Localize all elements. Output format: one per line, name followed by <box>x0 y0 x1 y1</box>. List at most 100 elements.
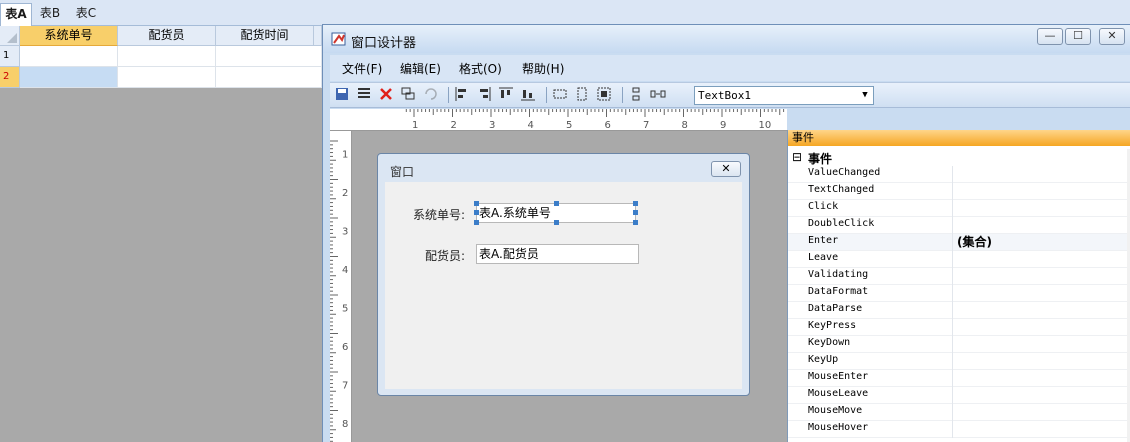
control-selector[interactable]: TextBox1 ▼ <box>694 86 874 105</box>
property-list-icon[interactable] <box>356 86 376 104</box>
form-close-button[interactable]: ✕ <box>711 161 741 177</box>
column-header-picker[interactable]: 配货员 <box>118 26 216 46</box>
close-button[interactable]: ✕ <box>1099 28 1125 45</box>
grid-cell[interactable] <box>216 46 322 67</box>
property-value[interactable] <box>952 302 1128 319</box>
property-value[interactable]: (集合) <box>952 234 1128 251</box>
property-value[interactable] <box>952 353 1128 370</box>
property-name: DataFormat <box>808 286 869 297</box>
grid-cell[interactable] <box>118 67 216 88</box>
property-panel: 事件 ⊟ 事件 ValueChanged TextChanged Click Doub… <box>787 130 1130 442</box>
grid-corner[interactable] <box>0 26 20 46</box>
ruler-v-label: 8 <box>342 419 348 430</box>
save-icon[interactable] <box>334 86 354 104</box>
property-name: MouseEnter <box>808 371 869 382</box>
sheet-tab-c[interactable]: 表C <box>70 3 102 26</box>
property-value[interactable] <box>952 370 1128 387</box>
delete-icon[interactable] <box>378 86 398 104</box>
chevron-down-icon[interactable]: ▼ <box>857 87 873 104</box>
property-value[interactable] <box>952 421 1128 438</box>
property-value[interactable] <box>952 183 1128 200</box>
row-header-2[interactable]: 2 <box>0 67 20 88</box>
property-row[interactable]: Validating <box>788 268 1128 285</box>
property-name: MouseHover <box>808 422 869 433</box>
property-name: MouseMove <box>808 405 863 416</box>
menu-file[interactable]: 文件(F) <box>342 60 382 77</box>
ruler-h-label: 2 <box>451 120 457 131</box>
form-client-area[interactable]: 系统单号: 表A.系统单号 配货员: 表A.配货员 <box>385 182 742 389</box>
grid-cell[interactable] <box>118 46 216 67</box>
property-row[interactable]: DataParse <box>788 302 1128 319</box>
grid-cell[interactable] <box>216 67 322 88</box>
label-picker[interactable]: 配货员: <box>375 247 465 264</box>
column-header-system-no[interactable]: 系统单号 <box>20 26 118 46</box>
property-row[interactable]: DoubleClick <box>788 217 1128 234</box>
design-canvas[interactable]: 窗口 ✕ 系统单号: 表A.系统单号 配货员: 表A.配货员 <box>352 131 787 442</box>
property-row[interactable]: MouseLeave <box>788 387 1128 404</box>
property-row[interactable]: MouseHover <box>788 421 1128 438</box>
same-height-icon[interactable] <box>574 86 594 104</box>
designed-form[interactable]: 窗口 ✕ 系统单号: 表A.系统单号 配货员: 表A.配货员 <box>377 153 750 396</box>
copy-icon[interactable] <box>400 86 420 104</box>
menu-help[interactable]: 帮助(H) <box>522 60 564 77</box>
property-row[interactable]: KeyDown <box>788 336 1128 353</box>
ruler-v-label: 6 <box>342 342 348 353</box>
ruler-h-label: 1 <box>412 120 418 131</box>
undo-icon[interactable] <box>422 86 442 104</box>
column-header-pick-time[interactable]: 配货时间 <box>216 26 314 46</box>
property-value[interactable] <box>952 319 1128 336</box>
horizontal-spacing-icon[interactable] <box>650 86 670 104</box>
property-row[interactable]: TextChanged <box>788 183 1128 200</box>
property-value[interactable] <box>952 268 1128 285</box>
menu-edit[interactable]: 编辑(E) <box>400 60 441 77</box>
same-size-icon[interactable] <box>596 86 616 104</box>
align-right-icon[interactable] <box>476 86 496 104</box>
collapse-icon[interactable]: ⊟ <box>792 150 802 164</box>
align-left-icon[interactable] <box>454 86 474 104</box>
textbox-picker[interactable]: 表A.配货员 <box>476 244 639 264</box>
row-header-1[interactable]: 1 <box>0 46 20 67</box>
property-value[interactable] <box>952 404 1128 421</box>
property-name: DataParse <box>808 303 863 314</box>
ruler-h-label: 9 <box>720 120 726 131</box>
sheet-tab-a[interactable]: 表A <box>0 3 32 26</box>
property-row[interactable]: MouseEnter <box>788 370 1128 387</box>
minimize-button[interactable]: — <box>1037 28 1063 45</box>
horizontal-ruler: 1234567891011 <box>330 109 787 131</box>
grid-cell-selected[interactable] <box>20 67 118 88</box>
ruler-v-label: 7 <box>342 381 348 392</box>
property-row[interactable]: DataFormat <box>788 285 1128 302</box>
property-value[interactable] <box>952 200 1128 217</box>
column-header-filler <box>314 26 322 46</box>
property-value[interactable] <box>952 387 1128 404</box>
property-value[interactable] <box>952 251 1128 268</box>
property-row[interactable]: KeyPress <box>788 319 1128 336</box>
property-value[interactable] <box>952 166 1128 183</box>
menu-format[interactable]: 格式(O) <box>459 60 502 77</box>
sheet-tab-b[interactable]: 表B <box>34 3 66 26</box>
vertical-spacing-icon[interactable] <box>628 86 648 104</box>
designer-titlebar[interactable]: 窗口设计器 — ☐ ✕ <box>323 25 1130 53</box>
align-top-icon[interactable] <box>498 86 518 104</box>
property-value[interactable] <box>952 285 1128 302</box>
form-title: 窗口 <box>390 165 415 179</box>
align-bottom-icon[interactable] <box>520 86 540 104</box>
property-name: Enter <box>808 235 839 246</box>
property-row[interactable]: Enter (集合) <box>788 234 1128 251</box>
property-row[interactable]: Click <box>788 200 1128 217</box>
same-width-icon[interactable] <box>552 86 572 104</box>
property-row[interactable]: Leave <box>788 251 1128 268</box>
label-system-no[interactable]: 系统单号: <box>375 206 465 223</box>
property-row[interactable]: ValueChanged <box>788 166 1128 183</box>
property-category[interactable]: ⊟ 事件 <box>788 149 1128 166</box>
maximize-button[interactable]: ☐ <box>1065 28 1091 45</box>
property-name: KeyUp <box>808 354 839 365</box>
property-row[interactable]: MouseMove <box>788 404 1128 421</box>
grid-cell[interactable] <box>20 46 118 67</box>
property-value[interactable] <box>952 336 1128 353</box>
ruler-h-label: 10 <box>759 120 772 131</box>
designer-toolbar: TextBox1 ▼ <box>330 82 1130 108</box>
ruler-h-label: 5 <box>566 120 572 131</box>
property-value[interactable] <box>952 217 1128 234</box>
property-row[interactable]: KeyUp <box>788 353 1128 370</box>
